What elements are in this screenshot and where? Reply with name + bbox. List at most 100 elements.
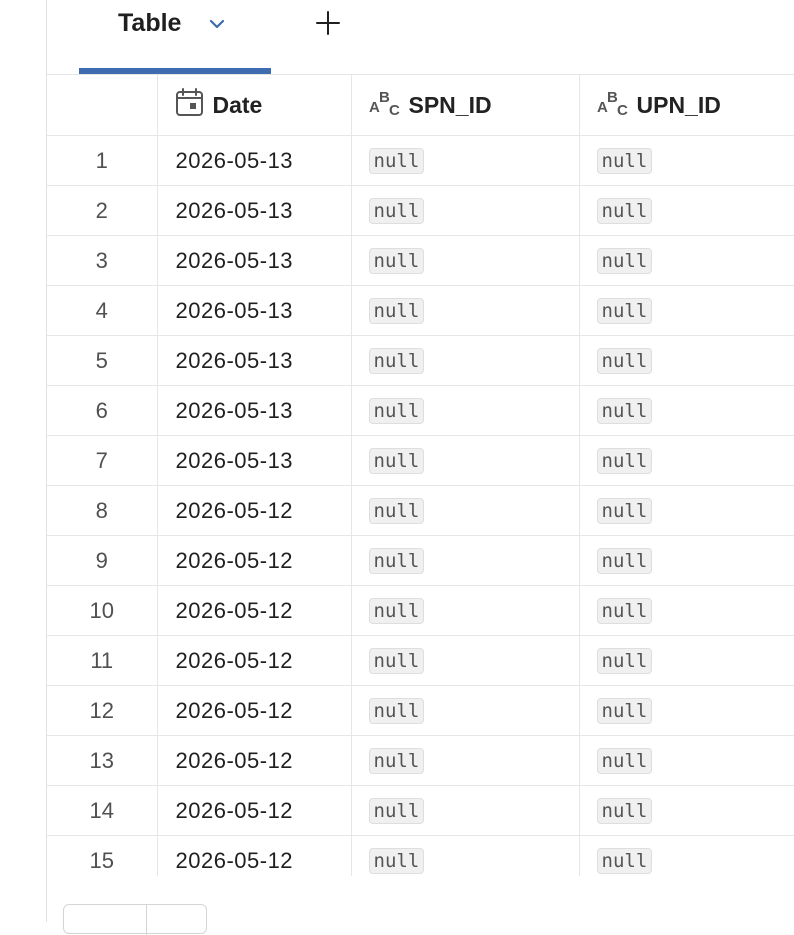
upn-id-cell[interactable]: null [579,135,794,186]
tab-bar: Table [47,0,794,74]
date-cell[interactable]: 2026-05-13 [157,285,352,336]
upn-id-cell[interactable]: null [579,335,794,386]
spn-id-cell[interactable]: null [351,335,580,386]
spn-id-cell[interactable]: null [351,735,580,786]
column-header-label: SPN_ID [408,91,492,118]
spn-id-cell[interactable]: null [351,685,580,736]
null-badge: null [596,848,653,874]
spn-id-cell[interactable]: null [351,235,580,286]
upn-id-cell[interactable]: null [579,285,794,336]
table-row[interactable]: 6 2026-05-13 null null [47,385,794,436]
null-badge: null [368,648,425,674]
date-cell[interactable]: 2026-05-12 [157,585,352,636]
spn-id-cell[interactable]: null [351,485,580,536]
table-row[interactable]: 11 2026-05-12 null null [47,635,794,686]
upn-id-cell[interactable]: null [579,535,794,586]
date-cell[interactable]: 2026-05-12 [157,735,352,786]
upn-id-cell[interactable]: null [579,485,794,536]
table-row[interactable]: 2 2026-05-13 null null [47,185,794,236]
date-cell[interactable]: 2026-05-13 [157,385,352,436]
date-cell[interactable]: 2026-05-12 [157,785,352,836]
svg-text:C: C [389,102,400,117]
upn-id-cell[interactable]: null [579,235,794,286]
upn-id-cell[interactable]: null [579,685,794,736]
table-row[interactable]: 10 2026-05-12 null null [47,585,794,636]
upn-id-cell[interactable]: null [579,635,794,686]
spn-id-cell[interactable]: null [351,785,580,836]
null-badge: null [596,648,653,674]
table-row[interactable]: 15 2026-05-12 null null [47,835,794,876]
null-badge: null [368,598,425,624]
add-tab-button[interactable] [313,8,343,38]
null-badge: null [368,498,425,524]
table-row[interactable]: 7 2026-05-13 null null [47,435,794,486]
row-index: 13 [47,735,158,786]
null-badge: null [596,598,653,624]
null-badge: null [368,148,425,174]
spn-id-cell[interactable]: null [351,285,580,336]
date-cell[interactable]: 2026-05-12 [157,485,352,536]
date-cell[interactable]: 2026-05-12 [157,535,352,586]
upn-id-cell[interactable]: null [579,735,794,786]
upn-id-cell[interactable]: null [579,785,794,836]
chevron-down-icon[interactable] [207,14,227,34]
spn-id-cell[interactable]: null [351,135,580,186]
null-badge: null [596,748,653,774]
date-cell[interactable]: 2026-05-13 [157,435,352,486]
date-cell[interactable]: 2026-05-12 [157,835,352,876]
upn-id-cell[interactable]: null [579,185,794,236]
spn-id-cell[interactable]: null [351,835,580,876]
table-row[interactable]: 3 2026-05-13 null null [47,235,794,286]
column-header-spn-id[interactable]: A B C SPN_ID [351,74,580,136]
null-badge: null [368,298,425,324]
row-index: 1 [47,135,158,186]
table-row[interactable]: 9 2026-05-12 null null [47,535,794,586]
date-cell[interactable]: 2026-05-13 [157,335,352,386]
table-row[interactable]: 5 2026-05-13 null null [47,335,794,386]
spn-id-cell[interactable]: null [351,635,580,686]
upn-id-cell[interactable]: null [579,585,794,636]
column-header-date[interactable]: Date [157,74,352,136]
null-badge: null [368,698,425,724]
null-badge: null [368,548,425,574]
null-badge: null [368,448,425,474]
table-row[interactable]: 12 2026-05-12 null null [47,685,794,736]
null-badge: null [596,298,653,324]
column-header-upn-id[interactable]: A B C UPN_ID [579,74,794,136]
spn-id-cell[interactable]: null [351,535,580,586]
date-cell[interactable]: 2026-05-12 [157,635,352,686]
spn-id-cell[interactable]: null [351,185,580,236]
table-row[interactable]: 13 2026-05-12 null null [47,735,794,786]
spn-id-cell[interactable]: null [351,585,580,636]
null-badge: null [368,398,425,424]
pagination-control[interactable] [63,904,207,935]
table-row[interactable]: 4 2026-05-13 null null [47,285,794,336]
upn-id-cell[interactable]: null [579,835,794,876]
string-type-icon: A B C [597,87,629,123]
date-cell[interactable]: 2026-05-13 [157,135,352,186]
table-row[interactable]: 14 2026-05-12 null null [47,785,794,836]
upn-id-cell[interactable]: null [579,385,794,436]
date-cell[interactable]: 2026-05-12 [157,685,352,736]
upn-id-cell[interactable]: null [579,435,794,486]
results-table: Date A B C SPN_ID A B C UPN_ID 1 2026-05… [47,74,794,876]
string-type-icon: A B C [369,87,401,123]
row-index: 6 [47,385,158,436]
spn-id-cell[interactable]: null [351,385,580,436]
null-badge: null [596,198,653,224]
null-badge: null [596,148,653,174]
date-cell[interactable]: 2026-05-13 [157,185,352,236]
pagination-divider [146,905,147,935]
null-badge: null [368,248,425,274]
tab-label: Table [118,9,182,37]
row-index: 3 [47,235,158,286]
date-cell[interactable]: 2026-05-13 [157,235,352,286]
column-header-index [47,74,158,136]
tab-table[interactable]: Table [79,0,271,74]
null-badge: null [368,348,425,374]
table-row[interactable]: 8 2026-05-12 null null [47,485,794,536]
spn-id-cell[interactable]: null [351,435,580,486]
row-index: 15 [47,835,158,876]
table-row[interactable]: 1 2026-05-13 null null [47,135,794,186]
null-badge: null [596,498,653,524]
